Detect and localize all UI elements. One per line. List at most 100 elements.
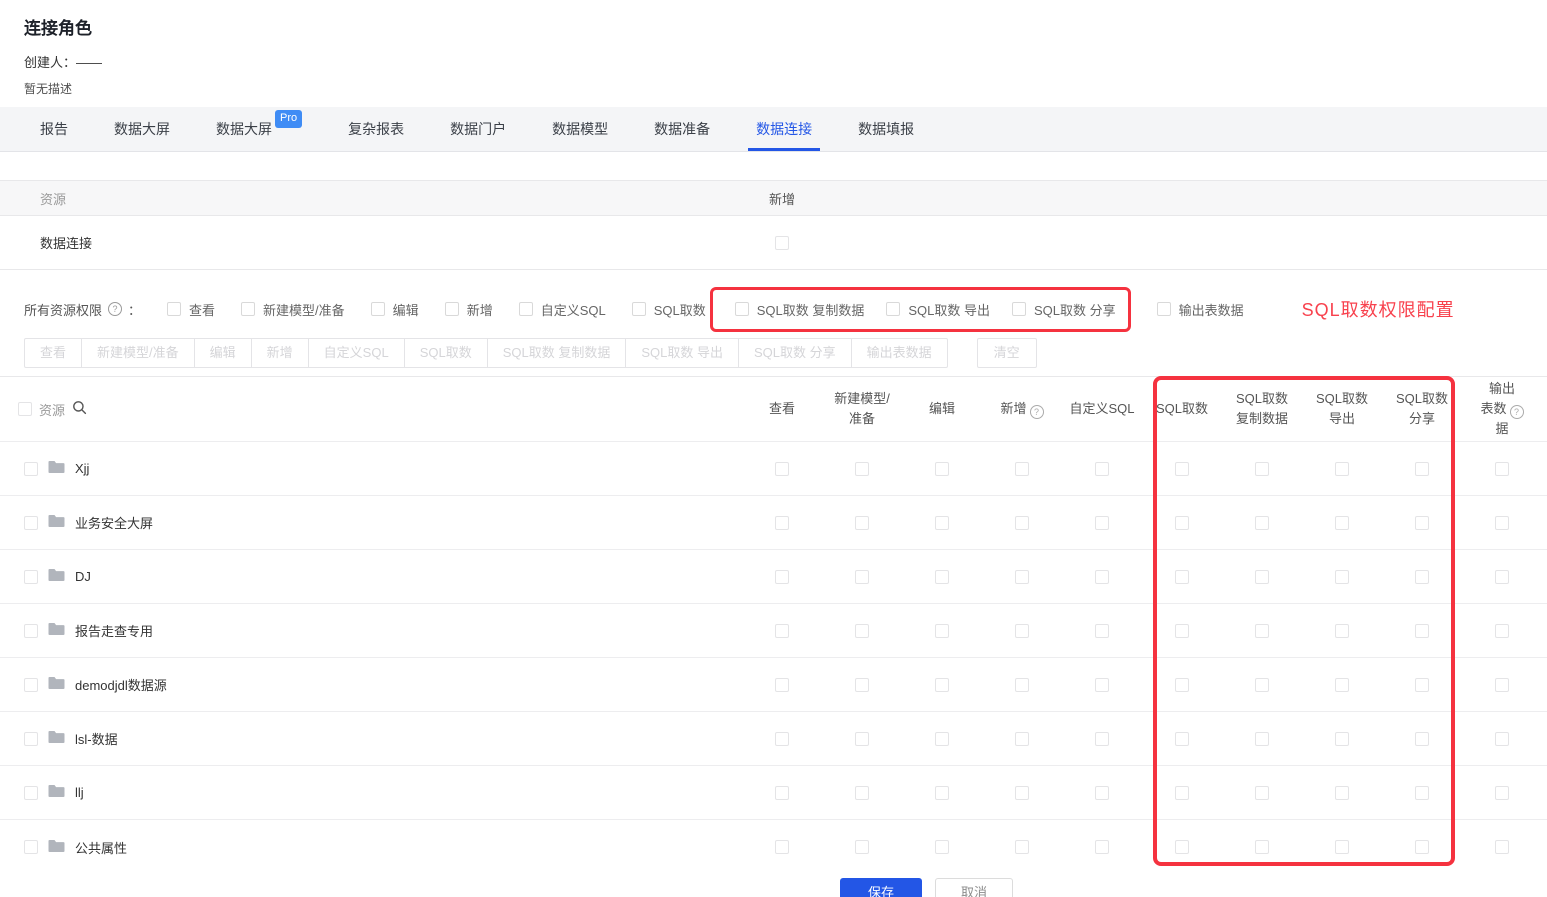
checkbox-permission[interactable] <box>1175 678 1189 692</box>
checkbox-permission[interactable] <box>775 732 789 746</box>
permission-option[interactable]: SQL取数 复制数据 <box>735 300 865 319</box>
checkbox-permission[interactable] <box>1175 732 1189 746</box>
checkbox-permission[interactable] <box>1095 570 1109 584</box>
permission-option[interactable]: 自定义SQL <box>519 300 606 319</box>
permission-option[interactable]: SQL取数 <box>632 300 706 319</box>
tab-item-4[interactable]: 数据门户 <box>450 107 506 151</box>
checkbox-permission[interactable] <box>1175 840 1189 854</box>
permission-option[interactable]: 查看 <box>167 300 215 319</box>
checkbox-row-select[interactable] <box>24 840 38 854</box>
checkbox-permission[interactable] <box>1495 732 1509 746</box>
tab-item-8[interactable]: 数据填报 <box>858 107 914 151</box>
checkbox-permission[interactable] <box>1015 732 1029 746</box>
checkbox-permission[interactable] <box>1175 570 1189 584</box>
checkbox-permission[interactable] <box>775 840 789 854</box>
checkbox[interactable] <box>886 302 900 316</box>
checkbox-permission[interactable] <box>935 570 949 584</box>
checkbox-permission[interactable] <box>855 570 869 584</box>
checkbox-permission[interactable] <box>855 678 869 692</box>
checkbox-permission[interactable] <box>1255 678 1269 692</box>
checkbox[interactable] <box>241 302 255 316</box>
bulk-button[interactable]: 查看 <box>24 338 82 368</box>
checkbox-permission[interactable] <box>1335 840 1349 854</box>
checkbox[interactable] <box>735 302 749 316</box>
checkbox-permission[interactable] <box>1095 840 1109 854</box>
checkbox-permission[interactable] <box>1335 732 1349 746</box>
checkbox-row-select[interactable] <box>24 786 38 800</box>
bulk-button[interactable]: 新建模型/准备 <box>81 338 195 368</box>
checkbox-permission[interactable] <box>775 462 789 476</box>
checkbox-permission[interactable] <box>775 624 789 638</box>
checkbox-permission[interactable] <box>1415 570 1429 584</box>
checkbox-permission[interactable] <box>1335 786 1349 800</box>
checkbox-permission[interactable] <box>855 840 869 854</box>
checkbox-permission[interactable] <box>935 624 949 638</box>
checkbox-permission[interactable] <box>1335 624 1349 638</box>
checkbox-permission[interactable] <box>1095 678 1109 692</box>
permission-option[interactable]: 编辑 <box>371 300 419 319</box>
checkbox-permission[interactable] <box>1495 840 1509 854</box>
checkbox-permission[interactable] <box>1175 462 1189 476</box>
checkbox[interactable] <box>445 302 459 316</box>
tab-item-7[interactable]: 数据连接 <box>756 107 812 151</box>
permission-option[interactable]: SQL取数 导出 <box>886 300 990 319</box>
checkbox-permission[interactable] <box>1255 840 1269 854</box>
checkbox-permission[interactable] <box>1495 624 1509 638</box>
checkbox-permission[interactable] <box>1175 624 1189 638</box>
bulk-button[interactable]: 编辑 <box>194 338 252 368</box>
checkbox-permission[interactable] <box>1495 786 1509 800</box>
permission-option[interactable]: 输出表数据 <box>1157 300 1244 319</box>
checkbox-permission[interactable] <box>935 516 949 530</box>
checkbox-permission[interactable] <box>935 786 949 800</box>
help-icon[interactable]: ? <box>1030 405 1044 419</box>
bulk-button[interactable]: 自定义SQL <box>308 338 405 368</box>
checkbox[interactable] <box>632 302 646 316</box>
checkbox-permission[interactable] <box>1415 624 1429 638</box>
checkbox-permission[interactable] <box>1415 732 1429 746</box>
checkbox-row-select[interactable] <box>24 624 38 638</box>
checkbox-permission[interactable] <box>935 462 949 476</box>
checkbox-permission[interactable] <box>855 732 869 746</box>
checkbox[interactable] <box>167 302 181 316</box>
tab-item-5[interactable]: 数据模型 <box>552 107 608 151</box>
checkbox-permission[interactable] <box>1335 516 1349 530</box>
checkbox-permission[interactable] <box>855 624 869 638</box>
checkbox[interactable] <box>1157 302 1171 316</box>
checkbox-permission[interactable] <box>1255 732 1269 746</box>
tab-item-0[interactable]: 报告 <box>40 107 68 151</box>
cancel-button[interactable]: 取消 <box>935 878 1013 897</box>
checkbox-permission[interactable] <box>1335 462 1349 476</box>
bulk-button[interactable]: 输出表数据 <box>851 338 948 368</box>
checkbox-permission[interactable] <box>1095 462 1109 476</box>
checkbox-permission[interactable] <box>1015 624 1029 638</box>
clear-button[interactable]: 清空 <box>977 338 1037 368</box>
checkbox-permission[interactable] <box>1415 678 1429 692</box>
checkbox-permission[interactable] <box>855 462 869 476</box>
search-icon[interactable] <box>72 400 87 418</box>
checkbox-permission[interactable] <box>1335 570 1349 584</box>
permission-option[interactable]: SQL取数 分享 <box>1012 300 1116 319</box>
checkbox-row-select[interactable] <box>24 462 38 476</box>
bulk-button[interactable]: SQL取数 分享 <box>738 338 852 368</box>
checkbox-permission[interactable] <box>775 678 789 692</box>
permission-option[interactable]: 新增 <box>445 300 493 319</box>
checkbox-permission[interactable] <box>1255 570 1269 584</box>
checkbox-permission[interactable] <box>1095 516 1109 530</box>
bulk-button[interactable]: SQL取数 导出 <box>625 338 739 368</box>
checkbox[interactable] <box>1012 302 1026 316</box>
checkbox-permission[interactable] <box>1495 678 1509 692</box>
checkbox-row-select[interactable] <box>24 678 38 692</box>
bulk-button[interactable]: 新增 <box>251 338 309 368</box>
checkbox-permission[interactable] <box>935 732 949 746</box>
checkbox-permission[interactable] <box>1255 624 1269 638</box>
checkbox-permission[interactable] <box>1015 516 1029 530</box>
checkbox-permission[interactable] <box>1415 840 1429 854</box>
checkbox-permission[interactable] <box>1255 516 1269 530</box>
checkbox-row-select[interactable] <box>24 732 38 746</box>
checkbox-permission[interactable] <box>1415 462 1429 476</box>
tab-item-2[interactable]: 数据大屏Pro <box>216 107 302 151</box>
checkbox-permission[interactable] <box>1015 462 1029 476</box>
checkbox-module-add[interactable] <box>775 236 789 250</box>
help-icon[interactable]: ? <box>1510 405 1524 419</box>
checkbox[interactable] <box>371 302 385 316</box>
